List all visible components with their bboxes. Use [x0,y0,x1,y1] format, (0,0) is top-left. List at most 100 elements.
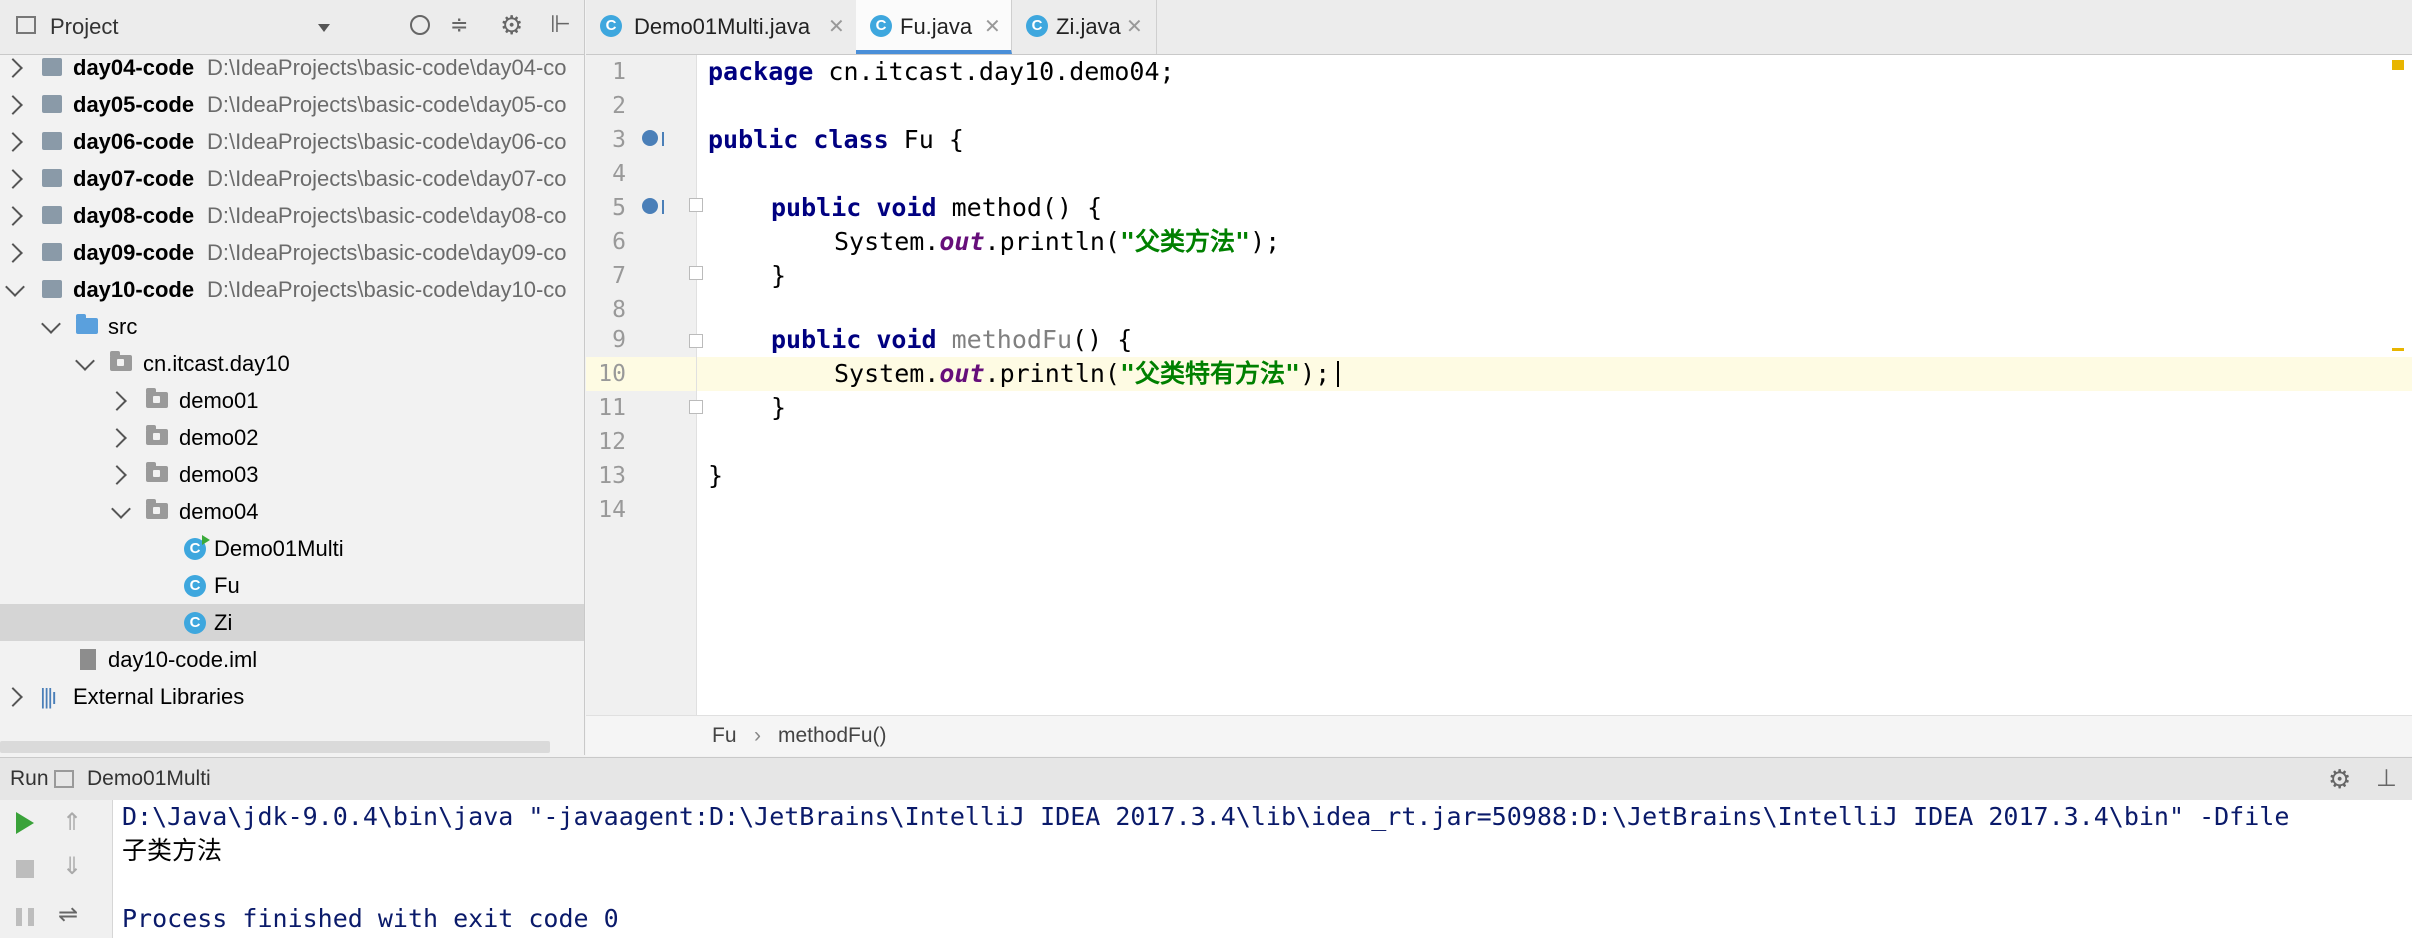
class-icon: C [1026,15,1048,37]
code-line-10: System.out.println("父类特有方法"); [834,359,1331,388]
tree-item-zi[interactable]: C Zi [0,604,584,641]
chevron-down-icon[interactable] [5,277,25,297]
chevron-right-icon[interactable] [107,465,127,485]
close-icon[interactable]: ✕ [1126,0,1143,54]
chevron-down-icon[interactable] [111,499,131,519]
tree-item-external-libraries[interactable]: |||ı External Libraries [0,678,584,715]
module-icon [42,238,65,261]
view-dropdown-icon[interactable] [318,24,330,32]
console-line: Process finished with exit code 0 [122,904,619,933]
settings-gear-icon[interactable]: ⚙ [2328,758,2351,800]
tree-item-day08-code[interactable]: day08-code D:\IdeaProjects\basic-code\da… [0,197,584,234]
runnable-class-icon: C [600,15,622,37]
settings-gear-icon[interactable]: ⚙ [500,10,523,41]
collapse-all-icon[interactable]: ≑ [450,12,468,38]
breadcrumb-separator: › [754,724,761,747]
run-toolbar: ⇑ ⇓ ⇌ [0,800,113,938]
class-icon: C [870,15,892,37]
breadcrumb-method[interactable]: methodFu() [778,716,887,756]
source-folder-icon [76,314,98,334]
hide-panel-icon[interactable]: ⊩ [550,10,571,39]
tree-item-src[interactable]: src [0,308,584,345]
close-icon[interactable]: ✕ [984,0,1001,54]
down-arrow-icon[interactable]: ⇓ [62,852,82,881]
tree-item-demo02[interactable]: demo02 [0,419,584,456]
line-number: 9 [612,327,626,353]
chevron-right-icon[interactable] [3,169,23,189]
hide-panel-icon[interactable]: ⊥ [2376,758,2397,800]
package-name: demo02 [179,425,259,450]
run-config-name[interactable]: Demo01Multi [87,758,211,800]
breadcrumb-class[interactable]: Fu [712,716,737,756]
chevron-down-icon[interactable] [41,314,61,334]
code-line-6: System.out.println("父类方法"); [834,227,1281,256]
locate-icon[interactable] [410,15,430,35]
fold-icon[interactable] [689,334,703,348]
class-icon: C [184,575,206,597]
overridden-method-icon[interactable] [642,130,664,146]
chevron-right-icon[interactable] [3,243,23,263]
tree-item-day05-code[interactable]: day05-code D:\IdeaProjects\basic-code\da… [0,86,584,123]
pause-icon[interactable] [16,908,22,926]
external-libraries-label: External Libraries [73,684,245,709]
package-name: demo03 [179,462,259,487]
tab-label: Demo01Multi.java [634,14,811,39]
chevron-right-icon[interactable] [3,132,23,152]
rerun-icon[interactable] [16,812,34,834]
tree-item-day09-code[interactable]: day09-code D:\IdeaProjects\basic-code\da… [0,234,584,271]
tree-item-iml[interactable]: day10-code.iml [0,641,584,678]
module-name: day08-code [73,203,195,228]
module-icon [42,53,65,76]
line-number: 8 [612,297,626,323]
tree-item-demo01multi[interactable]: C Demo01Multi [0,530,584,567]
code-line-1: package cn.itcast.day10.demo04; [708,57,1175,86]
fold-icon[interactable] [689,198,703,212]
project-view-label[interactable]: Project [50,0,118,54]
warning-stripe-marker[interactable] [2392,60,2404,70]
package-icon [110,351,132,371]
line-number: 12 [598,429,626,455]
soft-wrap-icon[interactable]: ⇌ [58,900,78,929]
chevron-right-icon[interactable] [3,206,23,226]
chevron-down-icon[interactable] [75,351,95,371]
tree-item-day06-code[interactable]: day06-code D:\IdeaProjects\basic-code\da… [0,123,584,160]
class-name: Zi [214,610,233,635]
tree-item-demo04[interactable]: demo04 [0,493,584,530]
close-icon[interactable]: ✕ [828,0,845,54]
tree-item-fu[interactable]: C Fu [0,567,584,604]
console-line: D:\Java\jdk-9.0.4\bin\java "-javaagent:D… [122,802,2290,831]
console-line: 子类方法 [122,836,223,865]
tree-item-demo01[interactable]: demo01 [0,382,584,419]
module-icon [42,201,65,224]
overridden-method-icon[interactable] [642,198,664,214]
chevron-right-icon[interactable] [3,58,23,78]
tree-item-day10-code[interactable]: day10-code D:\IdeaProjects\basic-code\da… [0,271,584,308]
tab-zi[interactable]: C Zi.java ✕ [1012,0,1157,54]
warning-stripe-marker[interactable] [2392,348,2404,351]
tree-item-day07-code[interactable]: day07-code D:\IdeaProjects\basic-code\da… [0,160,584,197]
line-number: 4 [612,161,626,187]
tree-item-demo03[interactable]: demo03 [0,456,584,493]
module-icon [42,90,65,113]
fold-icon[interactable] [689,400,703,414]
run-config-icon [54,770,74,788]
tab-demo01multi[interactable]: C Demo01Multi.java ✕ [586,0,857,54]
chevron-right-icon[interactable] [3,95,23,115]
fold-icon[interactable] [689,266,703,280]
runnable-class-icon: C [184,535,210,560]
package-icon [146,462,168,482]
up-arrow-icon[interactable]: ⇑ [62,808,82,837]
tree-item-package[interactable]: cn.itcast.day10 [0,345,584,382]
tab-fu[interactable]: C Fu.java ✕ [856,0,1012,54]
project-horizontal-scrollbar[interactable] [0,741,550,753]
project-view-icon[interactable] [16,16,36,34]
chevron-right-icon[interactable] [107,428,127,448]
iml-file-icon [80,649,96,670]
line-number: 14 [598,497,626,523]
package-icon [146,425,168,445]
stop-icon[interactable] [16,860,34,878]
chevron-right-icon[interactable] [107,391,127,411]
chevron-right-icon[interactable] [3,687,23,707]
class-name: Demo01Multi [214,536,344,561]
tree-item-day04-code[interactable]: day04-code D:\IdeaProjects\basic-code\da… [0,49,584,86]
